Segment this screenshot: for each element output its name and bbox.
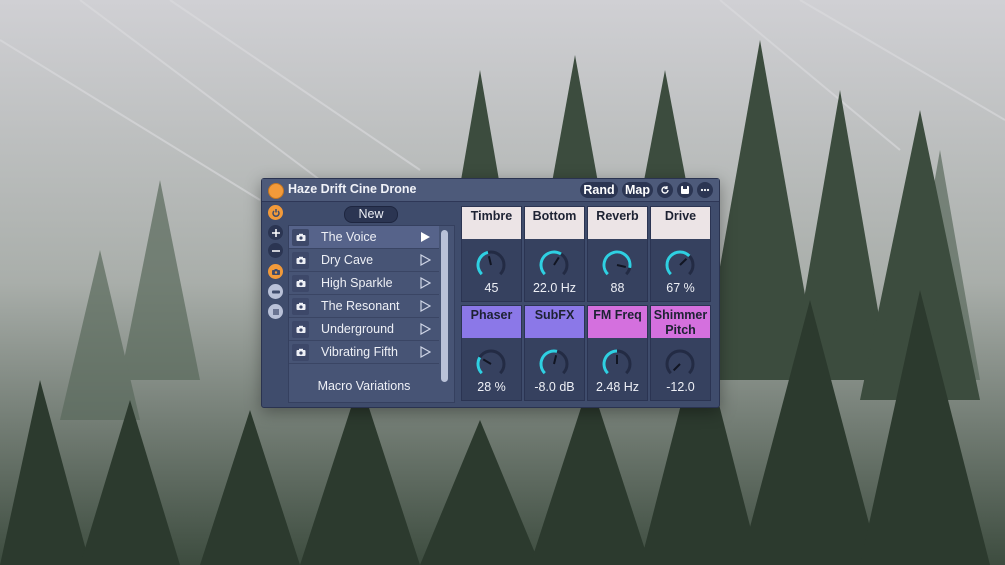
macro-knob[interactable] xyxy=(599,247,635,283)
preset-label: The Voice xyxy=(321,230,377,244)
macro-4[interactable]: Drive 67 % xyxy=(650,206,711,302)
save-icon[interactable] xyxy=(677,182,693,198)
macro-name[interactable]: Phaser xyxy=(462,306,521,338)
macro-name[interactable]: Shimmer Pitch xyxy=(651,306,710,338)
minus-icon[interactable] xyxy=(268,243,283,258)
macro-2[interactable]: Bottom 22.0 Hz xyxy=(524,206,585,302)
macro-value: -12.0 xyxy=(666,380,695,394)
preset-row[interactable]: Dry Cave xyxy=(289,249,439,272)
play-icon[interactable] xyxy=(419,346,431,358)
map-button[interactable]: Map xyxy=(622,182,653,198)
macro-name[interactable]: Timbre xyxy=(462,207,521,239)
macro-variations-label: Macro Variations xyxy=(317,379,411,393)
macro-1[interactable]: Timbre 45 xyxy=(461,206,522,302)
macro-8[interactable]: Shimmer Pitch -12.0 xyxy=(650,305,711,401)
macro-name[interactable]: Bottom xyxy=(525,207,584,239)
rand-button[interactable]: Rand xyxy=(580,182,618,198)
camera-icon[interactable] xyxy=(292,344,309,361)
device-titlebar: Haze Drift Cine Drone Rand Map xyxy=(262,179,719,202)
macro-value: 67 % xyxy=(666,281,695,295)
preset-list: The Voice Dry Cave High Sparkle The Reso… xyxy=(288,225,455,403)
preset-label: Dry Cave xyxy=(321,253,374,267)
preset-label: High Sparkle xyxy=(321,276,393,290)
rack-device: Haze Drift Cine Drone Rand Map New The V… xyxy=(261,178,720,408)
macro-knob[interactable] xyxy=(662,247,698,283)
macro-knob[interactable] xyxy=(536,247,572,283)
play-icon[interactable] xyxy=(419,323,431,335)
camera-icon[interactable] xyxy=(292,229,309,246)
preset-row[interactable]: Vibrating Fifth xyxy=(289,341,439,364)
macro-value: 28 % xyxy=(477,380,506,394)
camera-icon[interactable] xyxy=(292,275,309,292)
macro-name[interactable]: FM Freq xyxy=(588,306,647,338)
preset-label: The Resonant xyxy=(321,299,400,313)
preset-row[interactable]: High Sparkle xyxy=(289,272,439,295)
collapse-icon[interactable] xyxy=(268,284,283,299)
macro-7[interactable]: FM Freq 2.48 Hz xyxy=(587,305,648,401)
preset-list-scrollbar[interactable] xyxy=(441,230,448,382)
device-power-icon[interactable] xyxy=(268,183,284,199)
macro-knob[interactable] xyxy=(662,346,698,382)
preset-row[interactable]: The Voice xyxy=(289,226,439,249)
camera-icon[interactable] xyxy=(292,321,309,338)
play-icon[interactable] xyxy=(419,277,431,289)
macro-value: 88 xyxy=(610,281,625,295)
power-icon[interactable] xyxy=(268,205,283,220)
device-title: Haze Drift Cine Drone xyxy=(288,182,417,196)
preset-row[interactable]: Underground xyxy=(289,318,439,341)
macro-value: -8.0 dB xyxy=(534,380,575,394)
play-icon[interactable] xyxy=(419,300,431,312)
macro-knob[interactable] xyxy=(599,346,635,382)
play-icon[interactable] xyxy=(419,231,431,243)
preset-label: Vibrating Fifth xyxy=(321,345,398,359)
macro-name[interactable]: Drive xyxy=(651,207,710,239)
macro-value: 22.0 Hz xyxy=(532,281,577,295)
more-icon[interactable] xyxy=(697,182,713,198)
list-icon[interactable] xyxy=(268,304,283,319)
camera-icon[interactable] xyxy=(292,252,309,269)
macro-knob[interactable] xyxy=(473,346,509,382)
preset-label: Underground xyxy=(321,322,394,336)
camera-icon[interactable] xyxy=(292,298,309,315)
macro-knob[interactable] xyxy=(536,346,572,382)
macro-name[interactable]: SubFX xyxy=(525,306,584,338)
preset-row[interactable]: The Resonant xyxy=(289,295,439,318)
camera-icon[interactable] xyxy=(268,264,283,279)
play-icon[interactable] xyxy=(419,254,431,266)
macro-value: 2.48 Hz xyxy=(595,380,640,394)
macro-6[interactable]: SubFX -8.0 dB xyxy=(524,305,585,401)
macro-value: 45 xyxy=(484,281,499,295)
refresh-icon[interactable] xyxy=(657,182,673,198)
macro-knob[interactable] xyxy=(473,247,509,283)
macro-3[interactable]: Reverb 88 xyxy=(587,206,648,302)
plus-icon[interactable] xyxy=(268,225,283,240)
macro-name[interactable]: Reverb xyxy=(588,207,647,239)
macro-5[interactable]: Phaser 28 % xyxy=(461,305,522,401)
new-preset-button[interactable]: New xyxy=(344,206,398,223)
